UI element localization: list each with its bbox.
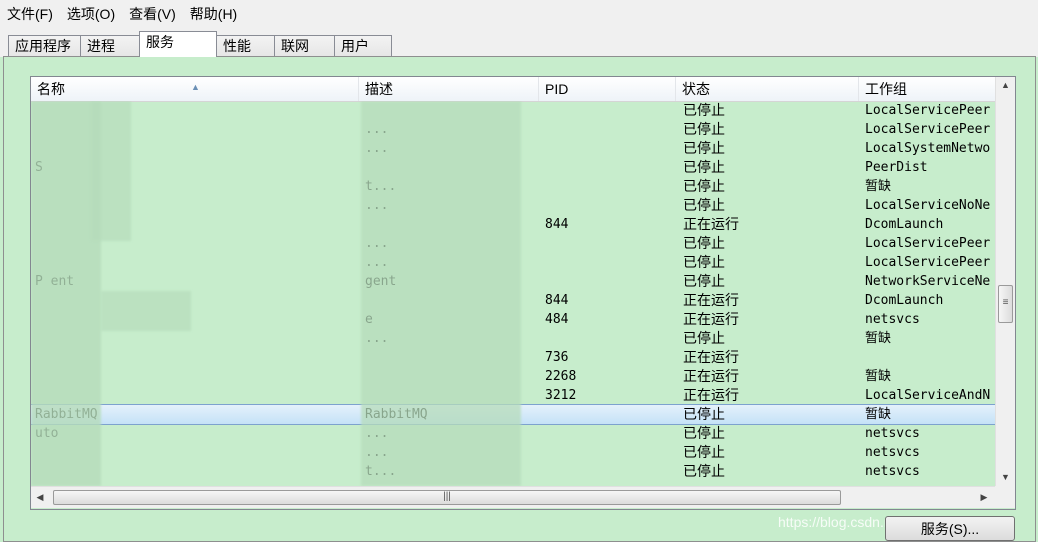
menu-options[interactable]: 选项(O) xyxy=(60,0,122,28)
cell-status: 正在运行 xyxy=(683,368,739,384)
cell-group: NetworkServiceNe xyxy=(865,274,991,289)
cell-group: 暂缺 xyxy=(865,369,892,384)
services-button[interactable]: 服务(S)... xyxy=(885,516,1015,541)
cell-status: 已停止 xyxy=(683,102,725,118)
list-rows: t...已停止netsvcs...已停止netsvcs uto...已停止net… xyxy=(31,101,995,486)
cell-status: 已停止 xyxy=(683,121,725,137)
cell-status: 已停止 xyxy=(683,235,725,251)
scrollbar-corner xyxy=(995,486,1015,508)
scroll-right-icon[interactable]: ▶ xyxy=(975,487,993,508)
cell-status: 已停止 xyxy=(683,463,725,479)
cell-status: 已停止 xyxy=(683,406,725,422)
tab-processes[interactable]: 进程 xyxy=(80,35,140,56)
cell-group: DcomLaunch xyxy=(865,293,944,308)
cell-group: PeerDist xyxy=(865,160,928,175)
cell-pid xyxy=(545,272,665,291)
cell-group: LocalServicePeer xyxy=(865,103,991,118)
menu-bar: 文件(F) 选项(O) 查看(V) 帮助(H) xyxy=(0,0,1038,29)
tab-users[interactable]: 用户 xyxy=(334,35,392,56)
cell-group: 暂缺 xyxy=(865,331,892,346)
cell-status: 正在运行 xyxy=(683,216,739,232)
tab-performance[interactable]: 性能 xyxy=(216,35,275,56)
cell-group: LocalServicePeer xyxy=(865,236,991,251)
cell-pid: 736 xyxy=(545,350,569,365)
tab-networking[interactable]: 联网 xyxy=(274,35,335,56)
cell-group: 暂缺 xyxy=(865,179,892,194)
cell-status: 正在运行 xyxy=(683,387,739,403)
cell-group: DcomLaunch xyxy=(865,217,944,232)
scroll-down-icon[interactable]: ▼ xyxy=(996,469,1015,486)
cell-status: 已停止 xyxy=(683,425,725,441)
cell-pid: 2268 xyxy=(545,369,577,384)
cell-pid xyxy=(545,101,665,120)
scroll-up-icon[interactable]: ▲ xyxy=(996,77,1015,94)
cell-pid xyxy=(545,405,665,424)
column-header-pid[interactable]: PID xyxy=(539,77,676,101)
sort-ascending-icon: ▲ xyxy=(191,82,200,92)
cell-group xyxy=(865,348,995,367)
cell-group: LocalSystemNetwo xyxy=(865,141,991,156)
cell-pid: 844 xyxy=(545,217,569,232)
cell-pid: 844 xyxy=(545,293,569,308)
cell-group: LocalServicePeer xyxy=(865,255,991,270)
horizontal-scroll-thumb[interactable]: ||| xyxy=(53,490,841,505)
horizontal-scrollbar[interactable]: ◀ ||| ▶ xyxy=(31,486,995,508)
cell-pid xyxy=(545,424,665,443)
cell-group: netsvcs xyxy=(865,426,920,441)
cell-status: 正在运行 xyxy=(683,311,739,327)
cell-group: netsvcs xyxy=(865,312,920,327)
column-header-name[interactable]: 名称 ▲ xyxy=(31,77,359,101)
cell-pid: 484 xyxy=(545,312,569,327)
cell-status: 已停止 xyxy=(683,140,725,156)
cell-pid xyxy=(545,139,665,158)
cell-status: 正在运行 xyxy=(683,292,739,308)
cell-status: 已停止 xyxy=(683,159,725,175)
column-name-label: 名称 xyxy=(37,81,65,97)
column-header-group[interactable]: 工作组 xyxy=(859,77,995,101)
column-header-description[interactable]: 描述 xyxy=(359,77,539,101)
cell-pid xyxy=(545,177,665,196)
menu-file[interactable]: 文件(F) xyxy=(0,0,60,28)
tab-applications[interactable]: 应用程序 xyxy=(8,35,81,56)
cell-pid xyxy=(545,234,665,253)
cell-pid xyxy=(545,443,665,462)
cell-status: 已停止 xyxy=(683,197,725,213)
list-header: 名称 ▲ 描述 PID 状态 工作组 xyxy=(31,77,995,102)
cell-pid xyxy=(545,329,665,348)
cell-pid xyxy=(545,120,665,139)
cell-status: 正在运行 xyxy=(683,349,739,365)
vertical-scrollbar[interactable]: ▲ ≡ ▼ xyxy=(995,77,1015,486)
blur-mask xyxy=(91,101,131,241)
tab-strip: 应用程序 进程 服务 性能 联网 用户 xyxy=(0,28,1038,57)
cell-status: 已停止 xyxy=(683,273,725,289)
cell-group: 暂缺 xyxy=(865,407,892,422)
cell-pid xyxy=(545,196,665,215)
menu-view[interactable]: 查看(V) xyxy=(122,0,183,28)
cell-pid xyxy=(545,158,665,177)
column-header-status[interactable]: 状态 xyxy=(676,77,859,101)
cell-group: netsvcs xyxy=(865,464,920,479)
services-list[interactable]: 名称 ▲ 描述 PID 状态 工作组 t...已停止netsvcs...已停止n… xyxy=(30,76,1016,510)
cell-group: netsvcs xyxy=(865,445,920,460)
cell-group: LocalServiceAndN xyxy=(865,388,991,403)
cell-status: 已停止 xyxy=(683,444,725,460)
cell-status: 已停止 xyxy=(683,178,725,194)
cell-pid xyxy=(545,253,665,272)
cell-group: LocalServicePeer xyxy=(865,122,991,137)
cell-group: LocalServiceNoNe xyxy=(865,198,991,213)
cell-pid: 3212 xyxy=(545,388,577,403)
cell-status: 已停止 xyxy=(683,254,725,270)
blur-mask xyxy=(101,291,191,331)
scroll-left-icon[interactable]: ◀ xyxy=(31,487,49,508)
menu-help[interactable]: 帮助(H) xyxy=(183,0,244,28)
tab-services[interactable]: 服务 xyxy=(139,31,217,57)
blur-mask xyxy=(361,101,521,486)
vertical-scroll-thumb[interactable]: ≡ xyxy=(998,285,1013,323)
cell-pid xyxy=(545,462,665,481)
cell-status: 已停止 xyxy=(683,330,725,346)
